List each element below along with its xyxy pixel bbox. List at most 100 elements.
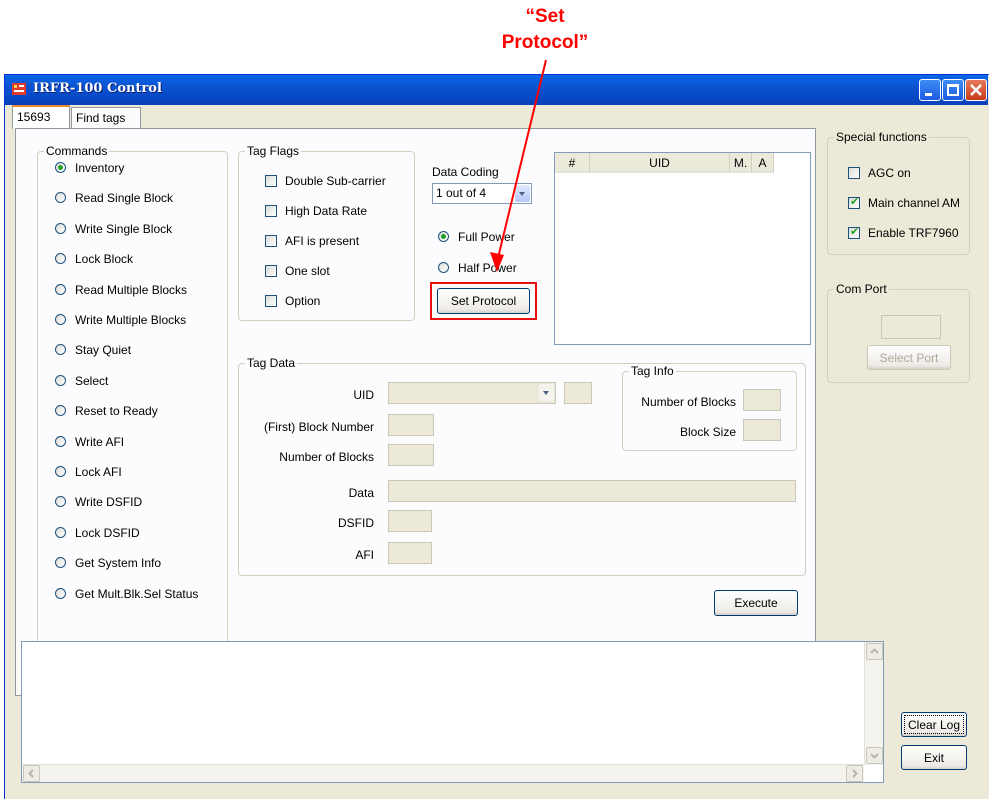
info-num-blocks-label: Number of Blocks [641, 395, 736, 409]
annotation-label: “Set Protocol” [480, 4, 610, 56]
radio-indicator [55, 587, 66, 599]
scroll-up-button[interactable] [866, 643, 883, 660]
checkbox-label: Main channel AM [868, 196, 961, 210]
dsfid-field[interactable] [388, 510, 432, 532]
clear-log-button[interactable]: Clear Log [901, 712, 967, 737]
checkbox-indicator [265, 205, 277, 217]
afi-label: AFI [355, 548, 374, 562]
tag-info-legend: Tag Info [629, 364, 676, 378]
radio-indicator [438, 262, 449, 273]
info-block-size-label: Block Size [679, 425, 736, 439]
com-port-legend: Com Port [834, 282, 889, 296]
radio-label: Lock AFI [75, 465, 122, 479]
radio-label: Select [75, 373, 109, 388]
checkbox-label: High Data Rate [285, 204, 368, 218]
radio-label: Read Multiple Blocks [75, 282, 188, 297]
commands-legend: Commands [44, 144, 110, 158]
radio-indicator [55, 526, 66, 538]
checkbox-indicator [848, 167, 860, 179]
app-icon [12, 83, 26, 95]
set-protocol-button[interactable]: Set Protocol [437, 288, 530, 314]
minimize-icon [925, 93, 932, 96]
uid-list[interactable]: # UID M. A [554, 152, 811, 345]
tab-15693[interactable]: 15693 [12, 105, 70, 129]
first-block-field[interactable] [388, 414, 434, 436]
checkbox-label: Double Sub-carrier [285, 174, 386, 188]
maximize-button[interactable] [942, 79, 964, 101]
column-header-m[interactable]: M. [730, 153, 752, 173]
info-block-size-field[interactable] [743, 419, 781, 441]
maximize-icon [947, 84, 959, 96]
radio-indicator [55, 162, 66, 173]
column-header-a[interactable]: A [752, 153, 774, 173]
data-coding-value: 1 out of 4 [436, 186, 487, 200]
dsfid-label: DSFID [338, 516, 374, 530]
chevron-up-icon [870, 648, 879, 654]
checkbox-label: One slot [285, 264, 330, 278]
title-bar[interactable]: IRFR-100 Control [5, 75, 988, 105]
column-header-uid[interactable]: UID [590, 153, 730, 173]
chevron-down-icon [515, 185, 530, 202]
data-field[interactable] [388, 480, 796, 502]
radio-label: Get Mult.Blk.Sel Status [75, 586, 199, 601]
radio-label: Get System Info [75, 556, 162, 571]
radio-label: Stay Quiet [75, 343, 132, 358]
horizontal-scrollbar[interactable] [22, 764, 864, 782]
scroll-down-button[interactable] [866, 747, 883, 764]
radio-label: Write AFI [75, 434, 125, 449]
radio-label: Write Single Block [75, 221, 173, 236]
radio-label: Half Power [458, 261, 517, 275]
num-blocks-field[interactable] [388, 444, 434, 466]
radio-indicator [55, 222, 66, 234]
scroll-left-button[interactable] [23, 765, 40, 782]
window-title: IRFR-100 Control [33, 81, 162, 96]
checkbox-indicator [265, 265, 277, 277]
chevron-down-icon [870, 753, 879, 759]
annotation-line-1: “Set [525, 6, 565, 27]
checkbox-label: Enable TRF7960 [868, 226, 959, 240]
radio-label: Read Single Block [75, 191, 174, 206]
checkbox-indicator [265, 295, 277, 307]
select-port-button[interactable]: Select Port [867, 345, 951, 370]
special-functions-legend: Special functions [834, 130, 929, 144]
scroll-right-button[interactable] [846, 765, 863, 782]
radio-indicator [438, 231, 449, 242]
execute-button[interactable]: Execute [714, 590, 798, 616]
uid-label: UID [353, 388, 374, 402]
com-port-field[interactable] [881, 315, 941, 339]
chevron-right-icon [852, 769, 858, 778]
tag-flags-legend: Tag Flags [245, 144, 302, 158]
radio-label: Lock Block [75, 252, 134, 267]
afi-field[interactable] [388, 542, 432, 564]
radio-indicator [55, 314, 66, 325]
data-coding-label: Data Coding [432, 165, 499, 179]
num-blocks-label: Number of Blocks [279, 450, 374, 464]
radio-indicator [55, 283, 66, 295]
close-button[interactable] [965, 79, 987, 101]
radio-indicator [55, 435, 66, 447]
radio-indicator [55, 374, 66, 386]
minimize-button[interactable] [919, 79, 941, 101]
annotation-line-2: Protocol” [501, 32, 589, 53]
tab-find-tags[interactable]: Find tags [71, 107, 141, 129]
radio-label: Full Power [458, 230, 515, 244]
exit-button[interactable]: Exit [901, 745, 967, 770]
close-icon [970, 84, 982, 96]
vertical-scrollbar[interactable] [864, 642, 883, 765]
log-area[interactable] [21, 641, 884, 783]
uid-extra-field[interactable] [564, 382, 592, 404]
checkbox-indicator [265, 175, 277, 187]
checkbox-label: AGC on [868, 166, 911, 180]
radio-label: Write Multiple Blocks [75, 313, 187, 327]
info-num-blocks-field[interactable] [743, 389, 781, 411]
radio-label: Write DSFID [75, 495, 143, 510]
data-label: Data [348, 486, 374, 500]
chevron-down-icon [539, 384, 554, 401]
first-block-label: (First) Block Number [263, 420, 374, 434]
uid-select[interactable] [388, 382, 556, 404]
chevron-left-icon [28, 769, 34, 778]
app-window: IRFR-100 Control 15693 Find tags Command… [4, 74, 989, 799]
column-header-number[interactable]: # [555, 153, 590, 173]
data-coding-select[interactable]: 1 out of 4 [432, 183, 532, 204]
radio-label: Inventory [75, 161, 125, 175]
